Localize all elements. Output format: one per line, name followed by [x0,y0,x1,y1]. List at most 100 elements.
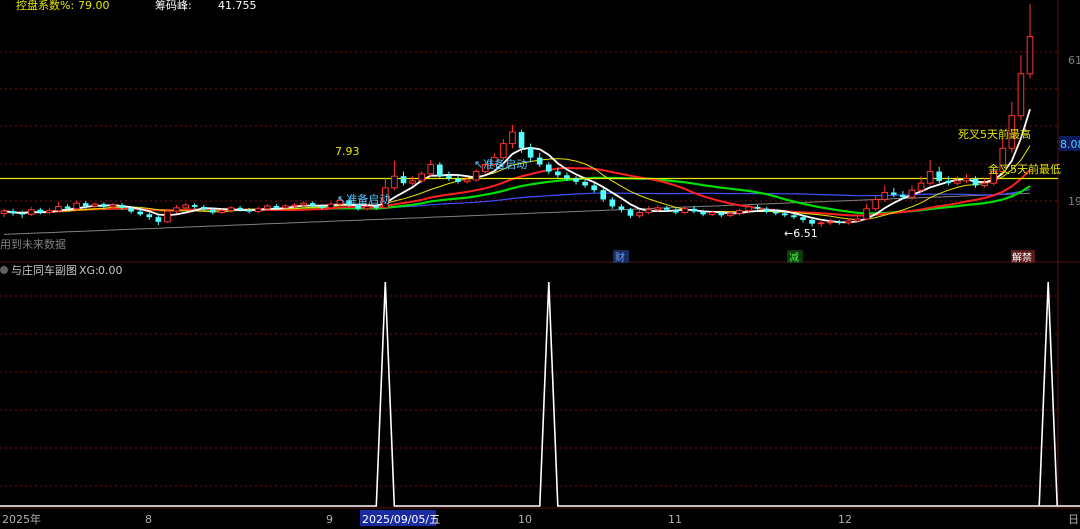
svg-text:财: 财 [615,251,625,264]
candle-body [745,206,752,212]
xg-line-path [0,281,1080,507]
candle [164,208,171,223]
candle [10,208,16,216]
candle-body [227,207,235,212]
candle-body [55,205,62,212]
candle [573,176,579,185]
candle-body [872,198,879,210]
candle-body [509,131,516,145]
sub-panel-menu-icon[interactable] [0,266,8,274]
candle-body [446,176,452,179]
future-data-note: 用到未来数据 [0,237,66,251]
candle [609,197,616,209]
candle-body [146,214,153,218]
candle-body [300,202,307,206]
marker-jiejin[interactable]: 解禁 [1011,250,1035,264]
candle-body [64,206,71,209]
svg-text:减: 减 [789,252,799,264]
right-axis-current-price: 8.08 [1059,136,1080,151]
time-label-year: 2025年 [2,512,41,526]
candle-body [645,209,652,213]
stock-chart[interactable]: 控盘系数%: 79.00 筹码峰: 41.755 用到未来数据 7.93 ←6.… [0,0,1080,529]
candle [636,209,643,219]
sub-panel-header[interactable]: 与庄同车副图 XG: 0.00 [0,263,123,277]
candle-body [600,190,607,200]
ratio-value: 79.00 [78,0,110,12]
sub-panel-title: 与庄同车副图 [11,263,77,277]
candle-body [763,208,770,212]
time-axis: 2025年 8 9 2025/09/05/五 10 11 12 日 [2,510,1079,526]
marker-jian[interactable]: 减 [787,250,803,264]
candle [1017,55,1025,121]
candle-body [900,194,906,198]
candle-body [627,209,634,216]
right-axis-19: 19 [1068,195,1080,208]
candle-body [218,210,226,213]
candle [926,159,934,186]
candle [427,159,435,177]
candle-body [809,219,815,224]
candle-body [237,207,243,210]
candle-body [782,213,788,216]
candle-body [863,208,870,220]
candle-body [263,205,271,210]
marker-cai[interactable]: 财 [613,250,629,264]
candle-body [555,171,561,176]
candle-body [155,217,162,222]
time-label-day: 日 [1068,513,1079,526]
candle-body [527,148,534,158]
candle-body [936,171,943,181]
peak-value: 41.755 [218,0,257,12]
candle-body [137,211,144,215]
candle [446,171,452,181]
candle [27,206,35,217]
candle [673,207,679,215]
golden-cross-label: 金叉5天前最低 [988,162,1061,176]
candle-body [582,181,588,186]
candle [391,160,398,191]
candle [472,169,480,182]
candle-body [700,211,706,215]
time-label-12: 12 [838,513,852,526]
time-label-9: 9 [326,513,333,526]
candle-body [981,182,988,187]
candle [863,204,870,221]
candle [37,207,44,215]
candle-body [736,210,743,214]
candle-body [791,215,797,218]
candle-body [972,178,979,186]
candle [155,215,162,226]
time-label-11: 11 [668,513,682,526]
high-price-label: 7.93 [335,145,360,158]
candle [282,204,289,209]
candle [600,187,607,202]
candle [46,207,53,215]
candle-body [800,217,806,220]
candle-body [564,175,570,179]
candle-body [282,205,289,209]
candle-body [109,204,117,208]
candle [945,176,952,186]
candle-body [437,164,443,177]
candle [582,179,588,188]
candle [1026,4,1034,79]
candle-body [309,203,316,206]
candle-body [182,204,189,209]
candle-body [691,208,697,212]
candle-body [418,173,425,182]
candle-body [845,220,852,224]
candle [754,205,761,211]
start-signal-2: ↖准备启动 [474,157,527,171]
right-axis-61: 61 [1068,54,1080,67]
candle [736,208,743,216]
candle [645,206,652,215]
candle [936,166,943,184]
candle-body [609,199,616,207]
svg-text:8.08: 8.08 [1060,138,1080,151]
candlesticks[interactable] [0,4,1034,227]
chart-grid [0,0,1080,509]
candle-body [518,131,525,149]
candle-body [654,207,662,211]
candle-body [427,164,435,175]
candle-body [273,205,280,208]
